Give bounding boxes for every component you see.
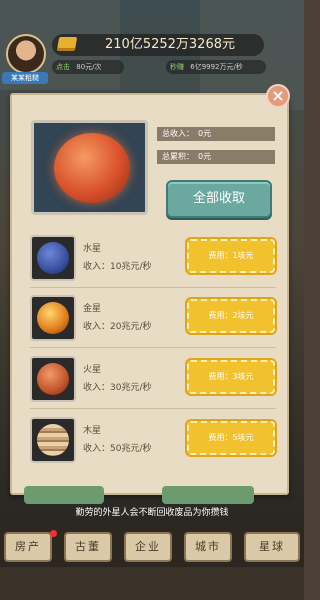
planet-name: 木星 — [83, 426, 102, 436]
list-item: 木星 收入：50兆元/秒 费用：5垓元 — [30, 417, 276, 464]
buy-button[interactable]: 费用：3垓元 — [187, 360, 275, 394]
income-rate: 秒赚 6亿9992万元/秒 — [166, 60, 266, 74]
nav-antiques[interactable]: 古董 — [64, 532, 112, 562]
list-item: 水星 收入：10兆元/秒 费用：1垓元 — [30, 235, 276, 282]
buy-button[interactable]: 费用：1垓元 — [187, 239, 275, 273]
bottom-strip — [0, 567, 304, 600]
income-rate-value: 6亿9992万元/秒 — [190, 63, 243, 71]
planet-income: 收入：50兆元/秒 — [83, 444, 152, 454]
nav-real-estate[interactable]: 房产 — [4, 532, 52, 562]
peek-button-right — [162, 486, 254, 504]
mercury-icon — [37, 242, 69, 274]
total-income-value: 0元 — [198, 129, 212, 138]
collect-all-button[interactable]: 全部收取 — [166, 180, 272, 218]
notification-dot — [50, 530, 57, 537]
click-rate-value: 80元/次 — [76, 63, 102, 71]
total-income-label: 总收入： — [162, 129, 194, 138]
nav-enterprise[interactable]: 企业 — [124, 532, 172, 562]
venus-icon — [37, 302, 69, 334]
click-rate-label: 点击 — [56, 63, 70, 71]
nav-city[interactable]: 城市 — [184, 532, 232, 562]
jupiter-icon — [37, 424, 69, 456]
click-rate: 点击 80元/次 — [52, 60, 124, 74]
planet-income: 收入：20兆元/秒 — [83, 322, 152, 332]
gold-bar-icon — [56, 37, 78, 51]
avatar-name-tag: 某某粗糙 — [2, 72, 48, 84]
divider — [30, 287, 276, 288]
income-rate-label: 秒赚 — [170, 63, 184, 71]
hero-planet-frame — [31, 120, 148, 215]
total-accum-label: 总累积： — [162, 152, 194, 161]
total-accum-value: 0元 — [198, 152, 212, 161]
planet-name: 火星 — [83, 365, 102, 375]
buy-button[interactable]: 费用：2垓元 — [187, 299, 275, 333]
list-item: 火星 收入：30兆元/秒 费用：3垓元 — [30, 356, 276, 403]
mars-hero-icon — [54, 133, 130, 203]
total-income: 总收入： 0元 — [157, 127, 275, 141]
peek-button-left — [24, 486, 104, 504]
planet-income: 收入：30兆元/秒 — [83, 383, 152, 393]
planet-name: 金星 — [83, 304, 102, 314]
divider — [30, 408, 276, 409]
mars-icon — [37, 363, 69, 395]
list-item: 金星 收入：20兆元/秒 费用：2垓元 — [30, 295, 276, 342]
avatar[interactable] — [6, 34, 46, 74]
money-total: 210亿5252万3268元 — [105, 37, 235, 52]
nav-planet[interactable]: 星球 — [244, 532, 300, 562]
buy-button[interactable]: 费用：5垓元 — [187, 421, 275, 455]
tip-banner: 勤劳的外星人会不断回收废品为你攒钱 — [75, 508, 229, 518]
divider — [30, 347, 276, 348]
total-accum: 总累积： 0元 — [157, 150, 275, 164]
planet-name: 水星 — [83, 244, 102, 254]
planet-income: 收入：10兆元/秒 — [83, 262, 152, 272]
close-button[interactable]: × — [266, 84, 290, 108]
